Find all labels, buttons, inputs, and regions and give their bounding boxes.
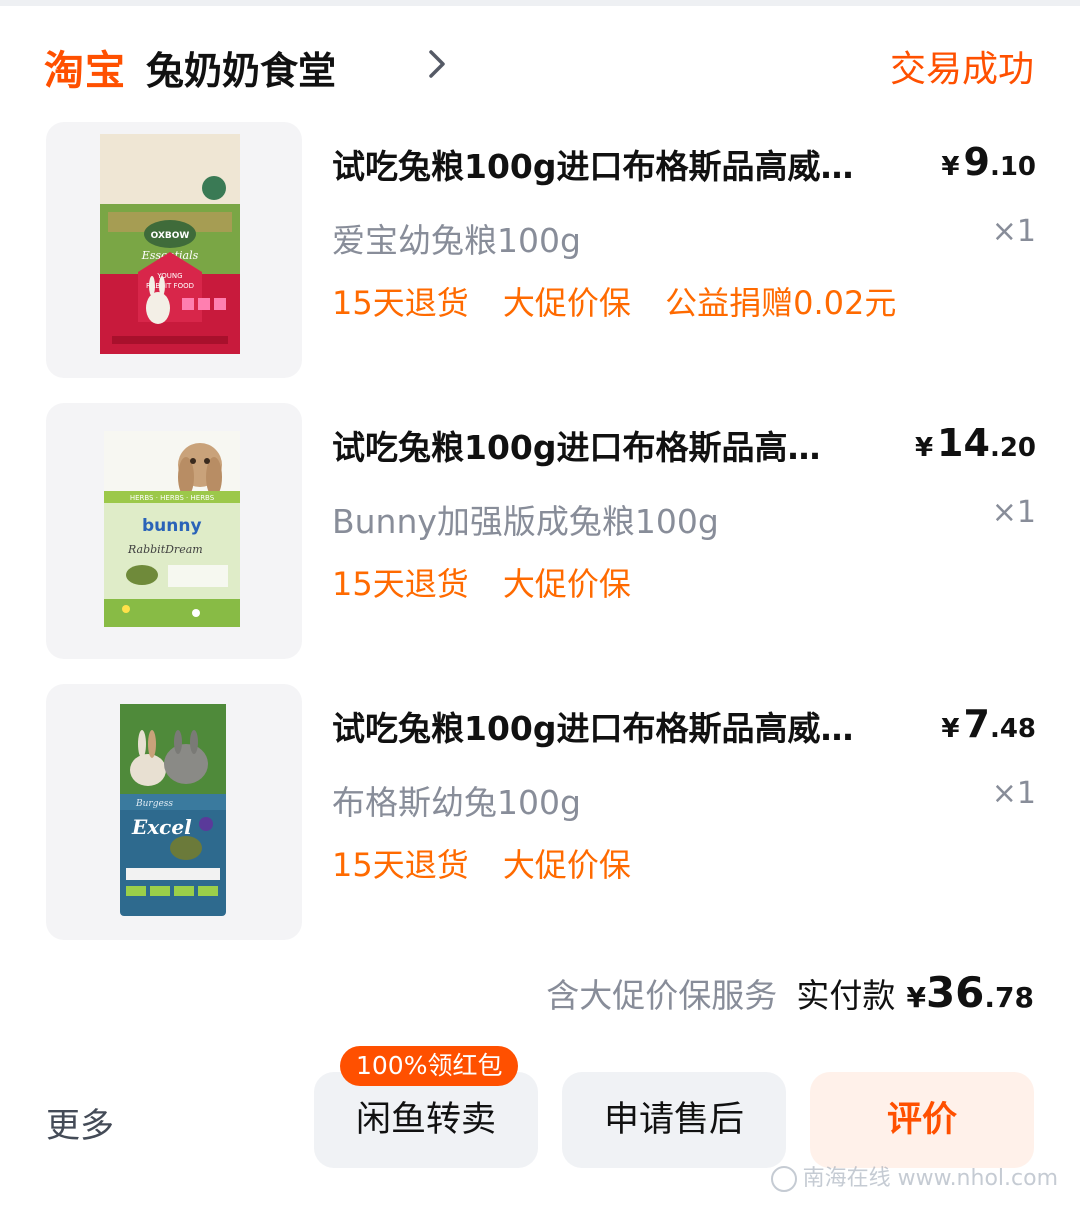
- bunny-bag-image: HERBS · HERBS · HERBS bunny RabbitDream: [104, 431, 240, 627]
- price-decimal: .48: [989, 714, 1036, 744]
- review-button[interactable]: 评价: [810, 1072, 1034, 1168]
- price-integer: 7: [963, 702, 990, 746]
- order-total: 含大促价保服务 实付款 ¥36.78: [546, 968, 1034, 1017]
- item-price: ¥9.10: [941, 140, 1036, 184]
- product-image[interactable]: Burgess Excel: [46, 684, 302, 940]
- bag-maker-text: Burgess: [135, 799, 173, 809]
- item-title[interactable]: 试吃兔粮100g进口布格斯品高…: [332, 421, 892, 469]
- item-sku: 爱宝幼兔粮100g: [332, 221, 581, 260]
- paid-label: 实付款: [796, 976, 896, 1015]
- oxbow-bag-image: OXBOW Essentials YOUNG RABBIT FOOD: [100, 134, 240, 354]
- price-decimal: .20: [989, 433, 1036, 463]
- order-item[interactable]: OXBOW Essentials YOUNG RABBIT FOOD 试吃兔粮1…: [46, 122, 1036, 378]
- taobao-logo: 淘宝: [44, 48, 126, 94]
- order-header: 淘宝 兔奶奶食堂 交易成功: [44, 36, 1036, 96]
- item-tags: 15天退货 大促价保: [332, 559, 655, 605]
- total-integer: 36: [925, 968, 985, 1017]
- item-sku: Bunny加强版成兔粮100g: [332, 502, 719, 541]
- item-title[interactable]: 试吃兔粮100g进口布格斯品高威…: [332, 140, 932, 188]
- bag-brand-text: bunny: [142, 516, 202, 536]
- tag-return: 15天退货: [332, 284, 469, 322]
- bag-product-text: RabbitDream: [127, 543, 203, 556]
- price-currency: ¥: [941, 152, 960, 182]
- shop-name-link[interactable]: 兔奶奶食堂: [146, 40, 336, 95]
- top-divider: [0, 0, 1080, 6]
- tag-charity: 公益捐赠0.02元: [665, 284, 897, 322]
- item-quantity: ×1: [991, 495, 1036, 530]
- tag-price-protect: 大促价保: [502, 846, 631, 884]
- price-integer: 9: [963, 140, 990, 184]
- tag-price-protect: 大促价保: [502, 284, 631, 322]
- product-image[interactable]: OXBOW Essentials YOUNG RABBIT FOOD: [46, 122, 302, 378]
- price-currency: ¥: [941, 714, 960, 744]
- item-tags: 15天退货 大促价保: [332, 840, 655, 886]
- order-item[interactable]: Burgess Excel 试吃兔粮100g进口布格斯品高威… ¥7.48 布格…: [46, 684, 1036, 940]
- after-sale-button[interactable]: 申请售后: [562, 1072, 786, 1168]
- bag-brand-text: Excel: [131, 815, 192, 839]
- item-price: ¥7.48: [941, 702, 1036, 746]
- tag-price-protect: 大促价保: [502, 565, 631, 603]
- watermark: 南海在线 www.nhol.com: [770, 1160, 1058, 1192]
- more-button[interactable]: 更多: [46, 1098, 114, 1147]
- watermark-logo-icon: [770, 1166, 797, 1192]
- watermark-text: 南海在线 www.nhol.com: [802, 1166, 1058, 1191]
- price-integer: 14: [937, 421, 990, 465]
- item-title[interactable]: 试吃兔粮100g进口布格斯品高威…: [332, 702, 932, 750]
- chevron-right-icon[interactable]: [424, 44, 450, 84]
- price-decimal: .10: [989, 152, 1036, 182]
- product-image[interactable]: HERBS · HERBS · HERBS bunny RabbitDream: [46, 403, 302, 659]
- item-price: ¥14.20: [915, 421, 1036, 465]
- order-card: 淘宝 兔奶奶食堂 交易成功 OXBOW Essentials YOUNG RAB…: [0, 0, 1080, 1206]
- order-item[interactable]: HERBS · HERBS · HERBS bunny RabbitDream …: [46, 403, 1036, 659]
- tag-return: 15天退货: [332, 846, 469, 884]
- item-quantity: ×1: [991, 214, 1036, 249]
- xianyu-resell-button[interactable]: 闲鱼转卖: [314, 1072, 538, 1168]
- total-decimal: .78: [984, 981, 1034, 1014]
- bag-brand-text: OXBOW: [151, 231, 190, 241]
- service-note: 含大促价保服务: [546, 976, 778, 1015]
- tag-return: 15天退货: [332, 565, 469, 603]
- bag-strip-text: HERBS · HERBS · HERBS: [130, 494, 215, 502]
- order-status: 交易成功: [889, 49, 1034, 90]
- burgess-bag-image: Burgess Excel: [120, 704, 226, 916]
- item-sku: 布格斯幼兔100g: [332, 783, 581, 822]
- price-currency: ¥: [914, 433, 934, 463]
- red-packet-badge: 100%领红包: [340, 1046, 519, 1086]
- item-tags: 15天退货 大促价保 公益捐赠0.02元: [332, 278, 920, 324]
- total-currency: ¥: [906, 981, 926, 1014]
- item-quantity: ×1: [991, 776, 1036, 811]
